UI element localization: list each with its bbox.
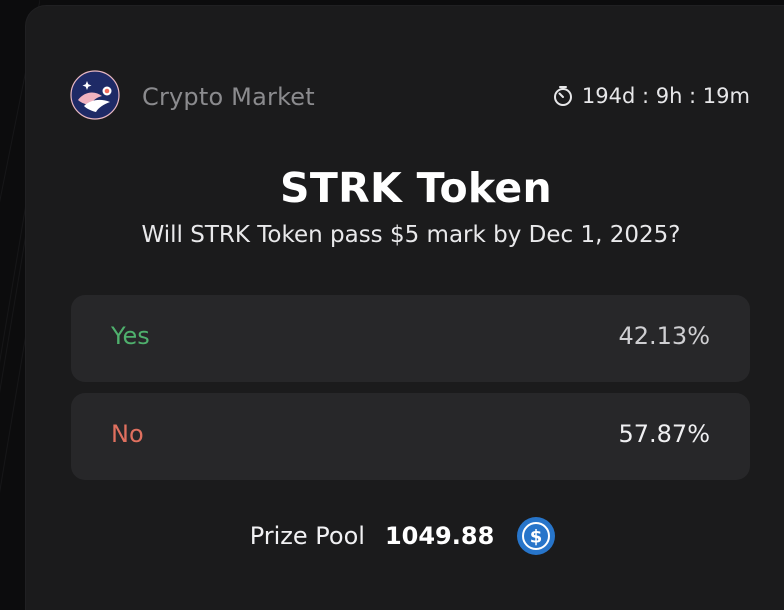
prize-pool-amount: 1049.88	[384, 522, 495, 550]
prize-pool: Prize Pool 1049.88 $	[0, 516, 784, 556]
option-yes[interactable]: Yes 42.13%	[71, 295, 750, 382]
option-yes-label: Yes	[111, 322, 150, 350]
option-no-label: No	[111, 420, 144, 448]
card-header: Crypto Market 194d : 9h : 19m	[70, 70, 750, 120]
countdown-text: 194d : 9h : 19m	[581, 84, 750, 108]
prize-pool-label: Prize Pool	[249, 522, 365, 550]
option-no[interactable]: No 57.87%	[71, 393, 750, 480]
timer-icon	[553, 86, 572, 106]
page: Crypto Market 194d : 9h : 19m STRK Token…	[0, 0, 784, 610]
crypto-market-logo	[70, 70, 120, 120]
market-question: Will STRK Token pass $5 mark by Dec 1, 2…	[141, 222, 681, 248]
market-title: STRK Token	[280, 164, 552, 212]
svg-text:$: $	[530, 527, 543, 548]
countdown-timer: 194d : 9h : 19m	[552, 84, 750, 108]
market-category: Crypto Market	[142, 83, 315, 111]
option-no-value: 57.87%	[618, 420, 710, 448]
usdc-icon: $	[517, 517, 556, 555]
option-yes-value: 42.13%	[618, 322, 710, 350]
